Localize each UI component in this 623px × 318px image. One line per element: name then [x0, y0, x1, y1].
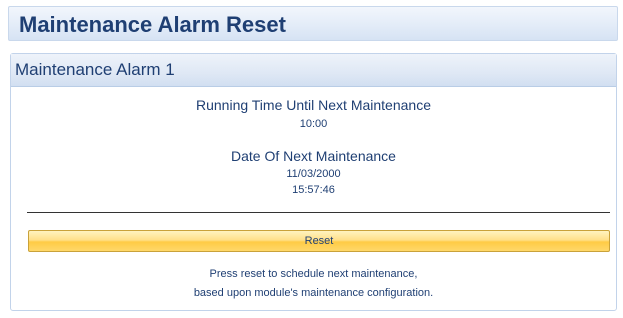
next-maintenance-time-value: 15:57:46	[292, 184, 335, 196]
reset-button[interactable]: Reset	[28, 230, 610, 252]
page-title: Maintenance Alarm Reset	[19, 12, 286, 37]
help-text-line-1: Press reset to schedule next maintenance…	[209, 268, 418, 280]
maintenance-alarm-reset-page: Maintenance Alarm Reset Maintenance Alar…	[0, 0, 623, 318]
running-time-value: 10:00	[299, 118, 328, 130]
maintenance-alarm-panel: Maintenance Alarm 1 Running Time Until N…	[10, 53, 617, 311]
next-maintenance-date-label: Date Of Next Maintenance	[231, 148, 396, 164]
divider	[27, 212, 610, 213]
next-maintenance-date-value: 11/03/2000	[286, 168, 341, 180]
panel-header-title: Maintenance Alarm 1	[15, 60, 175, 79]
title-bar: Maintenance Alarm Reset	[8, 6, 618, 41]
panel-header: Maintenance Alarm 1	[11, 54, 616, 87]
running-time-label: Running Time Until Next Maintenance	[195, 97, 431, 113]
help-text-line-2: based upon module's maintenance configur…	[193, 287, 434, 299]
